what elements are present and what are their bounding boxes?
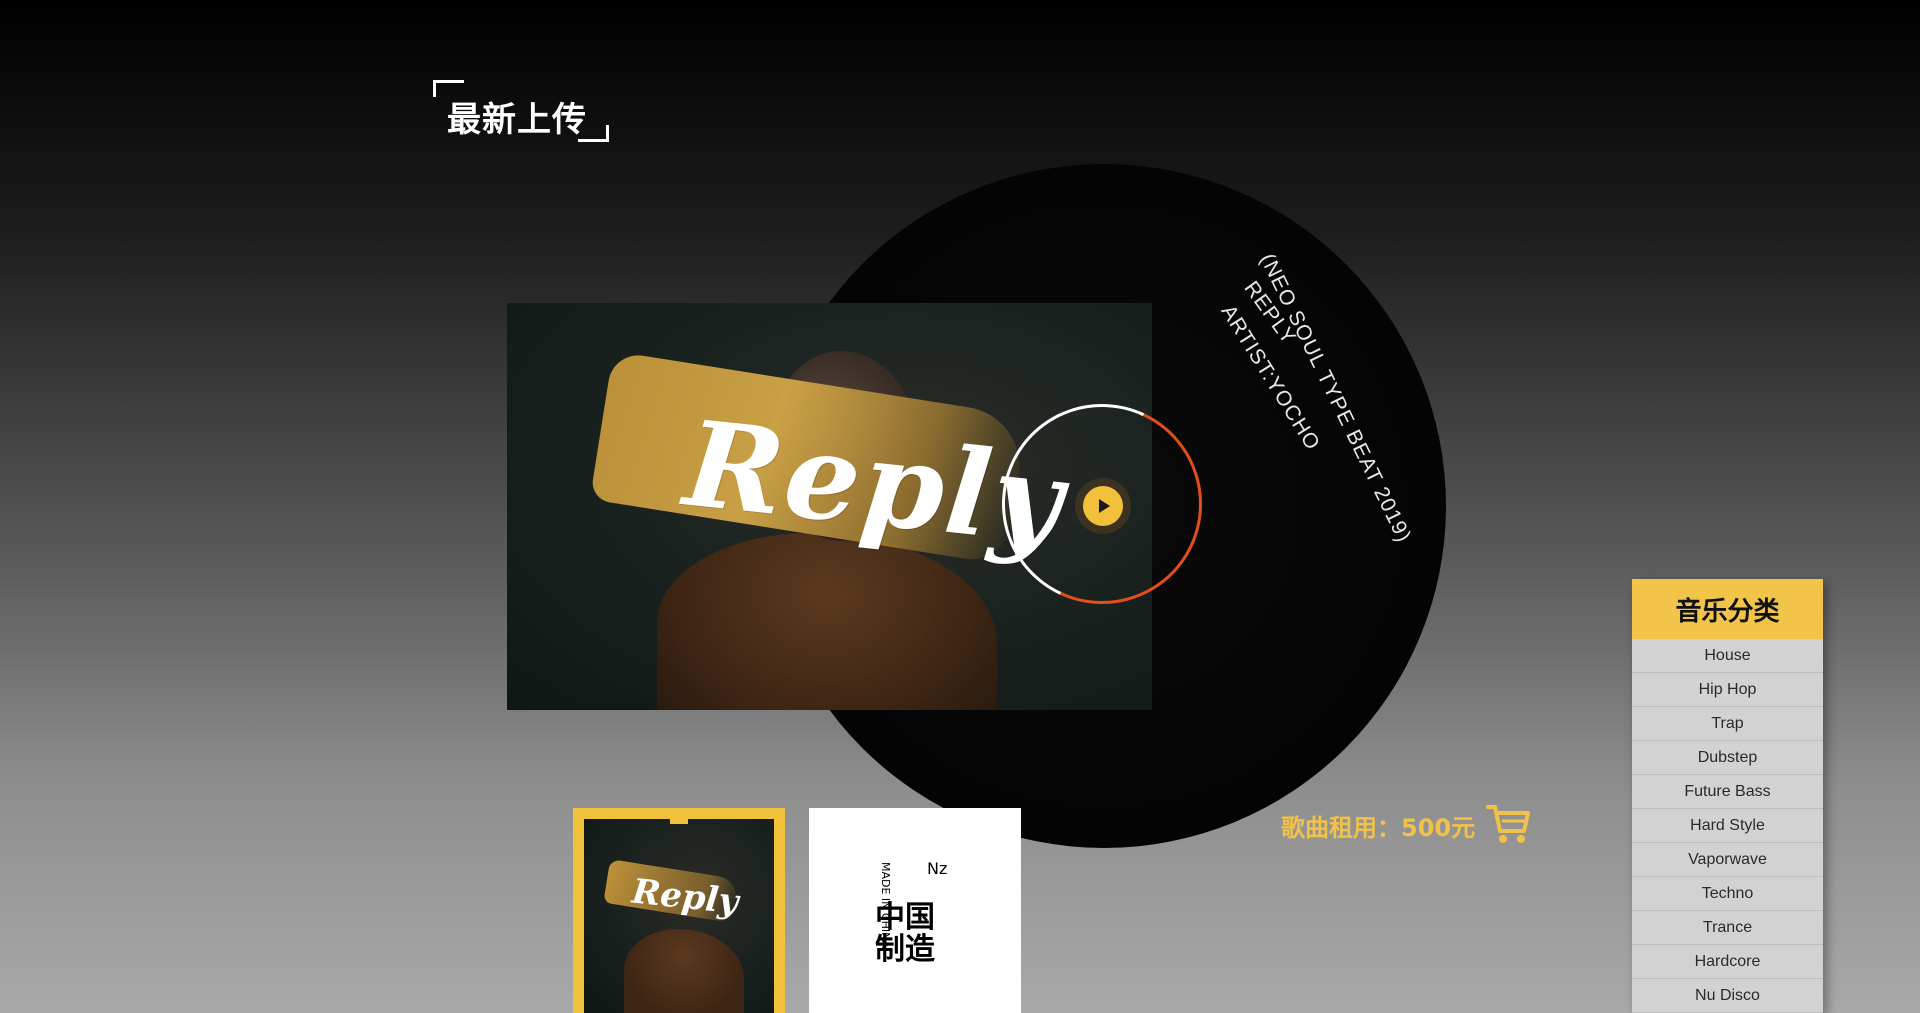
category-item-techno[interactable]: Techno [1632,877,1823,911]
category-item-vaporwave[interactable]: Vaporwave [1632,843,1823,877]
play-button[interactable] [1075,478,1131,534]
category-item-hardcore[interactable]: Hardcore [1632,945,1823,979]
play-icon [1083,486,1123,526]
category-item-trance[interactable]: Trance [1632,911,1823,945]
thumbnail-reply[interactable]: Reply [573,808,785,1013]
category-item-house[interactable]: House [1632,639,1823,673]
thumbnail-figure [624,929,744,1013]
cart-icon[interactable] [1486,803,1530,845]
thumbnail-reply-image: Reply [584,819,774,1013]
category-item-hard-style[interactable]: Hard Style [1632,809,1823,843]
category-item-future-bass[interactable]: Future Bass [1632,775,1823,809]
category-title: 音乐分类 [1632,579,1823,639]
thumbnail-made-in-china[interactable]: Nz MADE IN CHINA 中国制造 [809,808,1021,1013]
thumbnail-logo-main: 中国制造 [875,900,935,967]
section-title-text: 最新上传 [447,100,587,140]
category-list: House Hip Hop Trap Dubstep Future Bass H… [1632,639,1823,1013]
thumbnail-logo-top: Nz [927,859,948,878]
section-title: 最新上传 [433,80,609,142]
category-item-trap[interactable]: Trap [1632,707,1823,741]
thumbnail-selected-notch [670,816,688,824]
rental-price: 歌曲租用：500元 [1281,814,1476,842]
category-item-nu-disco[interactable]: Nu Disco [1632,979,1823,1013]
category-item-dubstep[interactable]: Dubstep [1632,741,1823,775]
category-panel: 音乐分类 House Hip Hop Trap Dubstep Future B… [1632,579,1823,1013]
bracket-bottom-right [578,125,609,142]
category-item-hip-hop[interactable]: Hip Hop [1632,673,1823,707]
